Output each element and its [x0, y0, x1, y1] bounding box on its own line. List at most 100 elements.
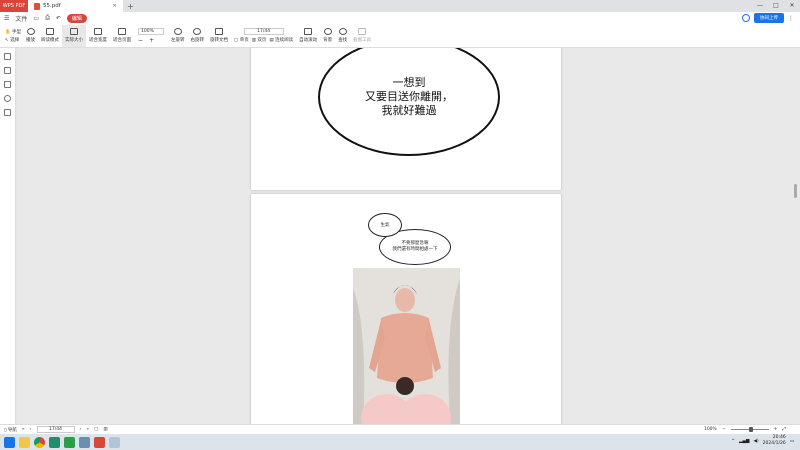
share-upload-button[interactable]: 协同上传 — [754, 13, 784, 23]
system-tray: ^ ▂▄▆ ◀) 20:46 2024/1/26 ▭ — [731, 435, 794, 447]
new-tab-button[interactable]: + — [127, 2, 134, 11]
comic-illustration — [353, 268, 460, 424]
view-mode-icon[interactable]: ▢ — [94, 427, 98, 432]
nav-label: 导航 — [7, 427, 17, 433]
next-page-icon[interactable]: › — [80, 427, 82, 432]
pdf-page-2: 生氣 不要那麼急嘛 我們還有時間相處一下 — [251, 194, 561, 424]
close-tab-icon[interactable]: × — [112, 3, 117, 9]
main-toolbar: ✋ 手型 ↖ 选择 播放 阅读模式 实际大小 适合宽度 适合页面 100% − … — [0, 24, 800, 48]
document-tab[interactable]: 55.pdf × — [28, 0, 123, 12]
zoom-select[interactable]: 100% — [138, 27, 165, 35]
hand-tool-label: 手型 — [12, 29, 22, 35]
page-navigator: 17/44 ▢ 单页 ▥ 双页 ▤ 连续阅读 — [231, 28, 296, 43]
edit-button[interactable]: 编辑 — [66, 13, 87, 23]
notification-icon[interactable]: ▭ — [790, 439, 794, 444]
file-menu[interactable]: 文件 — [15, 14, 27, 23]
status-zoom-out-icon[interactable]: − — [722, 427, 726, 432]
rotate-doc-button[interactable]: 旋转文档 — [207, 25, 231, 47]
windows-start-icon[interactable] — [4, 436, 15, 448]
search-button[interactable]: 查找 — [335, 25, 350, 47]
thumbnail-icon[interactable] — [4, 67, 11, 74]
first-page-icon[interactable]: « — [22, 427, 25, 432]
zoom-in-icon[interactable]: + — [149, 37, 154, 44]
hand-tool-button[interactable]: ✋ 手型 — [5, 29, 21, 35]
media-player-icon[interactable] — [64, 436, 75, 448]
cloud-sync-icon[interactable] — [742, 14, 750, 22]
rotate-left-button[interactable]: 左旋转 — [168, 25, 188, 47]
select-tool-button[interactable]: ↖ 选择 — [5, 37, 21, 43]
status-zoom-in-icon[interactable]: + — [774, 427, 778, 432]
fit-page-button[interactable]: 适合页面 — [110, 25, 134, 47]
bookmark-icon[interactable] — [4, 53, 11, 60]
scroll-thumb[interactable] — [794, 184, 797, 198]
file-explorer-icon[interactable] — [19, 436, 30, 448]
screen-capture-button[interactable]: 截图工具 — [350, 25, 374, 47]
single-page-button[interactable]: ▢ 单页 — [234, 37, 249, 43]
speech-bubble-large: 一想到 又要目送你離開， 我就好難過 — [318, 48, 500, 156]
hamburger-menu-icon[interactable]: ☰ — [4, 15, 9, 22]
share-area: 协同上传 ⋮ — [742, 13, 794, 23]
app-icon-teal[interactable] — [49, 436, 60, 448]
fullscreen-icon[interactable]: ⤢ — [782, 426, 786, 432]
clock-date: 2024/1/26 — [762, 441, 786, 446]
app-tab[interactable]: WPS PDF — [0, 0, 28, 12]
read-mode-button[interactable]: 阅读模式 — [38, 25, 62, 47]
view-mode-2-icon[interactable]: ▥ — [103, 427, 107, 432]
zoom-out-icon[interactable]: − — [138, 37, 143, 44]
zoom-slider[interactable] — [730, 426, 769, 432]
signature-icon[interactable] — [4, 109, 11, 116]
attachment-icon[interactable] — [4, 95, 11, 102]
vertical-scrollbar[interactable] — [793, 48, 797, 424]
medium-bubble-line-2: 我們還有時間相處一下 — [392, 247, 438, 252]
fit-width-button[interactable]: 适合宽度 — [86, 25, 110, 47]
rotate-doc-label: 旋转文档 — [210, 38, 229, 43]
status-zoom-value[interactable]: 100% — [704, 427, 717, 432]
undo-icon[interactable]: ↶ — [56, 15, 61, 22]
play-icon — [26, 28, 35, 35]
pdf-file-icon — [34, 2, 40, 10]
prev-page-icon[interactable]: ‹ — [30, 427, 32, 432]
clock[interactable]: 20:46 2024/1/26 — [763, 435, 786, 447]
play-button[interactable]: 播放 — [23, 25, 38, 47]
continuous-read-button[interactable]: ▤ 连续阅读 — [269, 37, 293, 43]
volume-icon[interactable]: ◀) — [753, 439, 758, 444]
document-viewer[interactable]: 一想到 又要目送你離開， 我就好難過 生氣 不要那麼急嘛 我們還有時間相處一下 — [17, 48, 800, 424]
actual-size-button[interactable]: 实际大小 — [62, 24, 87, 47]
continuous-read-label: 连续阅读 — [275, 38, 294, 43]
pdf-page-1: 一想到 又要目送你離開， 我就好難過 — [251, 48, 561, 190]
single-page-label: 单页 — [239, 38, 249, 43]
nav-toggle-button[interactable]: ▯ 导航 — [4, 427, 17, 433]
double-page-button[interactable]: ▥ 双页 — [252, 37, 267, 43]
fit-width-icon — [94, 28, 103, 35]
os-taskbar: ^ ▂▄▆ ◀) 20:46 2024/1/26 ▭ — [0, 434, 800, 450]
network-icon[interactable]: ▂▄▆ — [739, 439, 749, 444]
background-button[interactable]: 背景 — [320, 25, 335, 47]
more-icon[interactable]: ⋮ — [788, 15, 794, 22]
rotate-right-icon — [193, 28, 202, 35]
maximize-icon[interactable]: □ — [768, 0, 784, 12]
search-label: 查找 — [338, 38, 348, 43]
wps-pdf-icon[interactable] — [94, 436, 105, 448]
game-app-icon[interactable] — [79, 436, 90, 448]
auto-scroll-button[interactable]: 自动滚动 — [296, 25, 320, 47]
comment-icon[interactable] — [4, 81, 11, 88]
illustration-figure — [353, 268, 460, 424]
small-bubble-text: 生氣 — [380, 223, 390, 228]
last-page-icon[interactable]: » — [86, 427, 89, 432]
rotate-doc-icon — [215, 28, 224, 35]
open-folder-icon[interactable]: ▭ — [33, 15, 39, 22]
speech-bubble-small: 生氣 — [368, 213, 402, 237]
background-label: 背景 — [323, 38, 333, 43]
tray-chevron-icon[interactable]: ^ — [731, 439, 735, 444]
app-icon-window[interactable] — [109, 436, 120, 448]
rotate-right-button[interactable]: 右旋转 — [188, 25, 208, 47]
print-icon[interactable]: ⎙ — [45, 14, 50, 22]
fit-page-icon — [118, 28, 127, 35]
minimize-icon[interactable]: — — [752, 0, 768, 12]
status-page-input[interactable]: 17/44 — [36, 426, 75, 433]
bubble-line-1: 一想到 — [392, 76, 426, 89]
rotate-left-icon — [173, 28, 182, 35]
chrome-icon[interactable] — [34, 436, 45, 448]
close-window-icon[interactable]: ✕ — [784, 0, 800, 12]
page-input[interactable]: 17/44 — [243, 28, 284, 35]
